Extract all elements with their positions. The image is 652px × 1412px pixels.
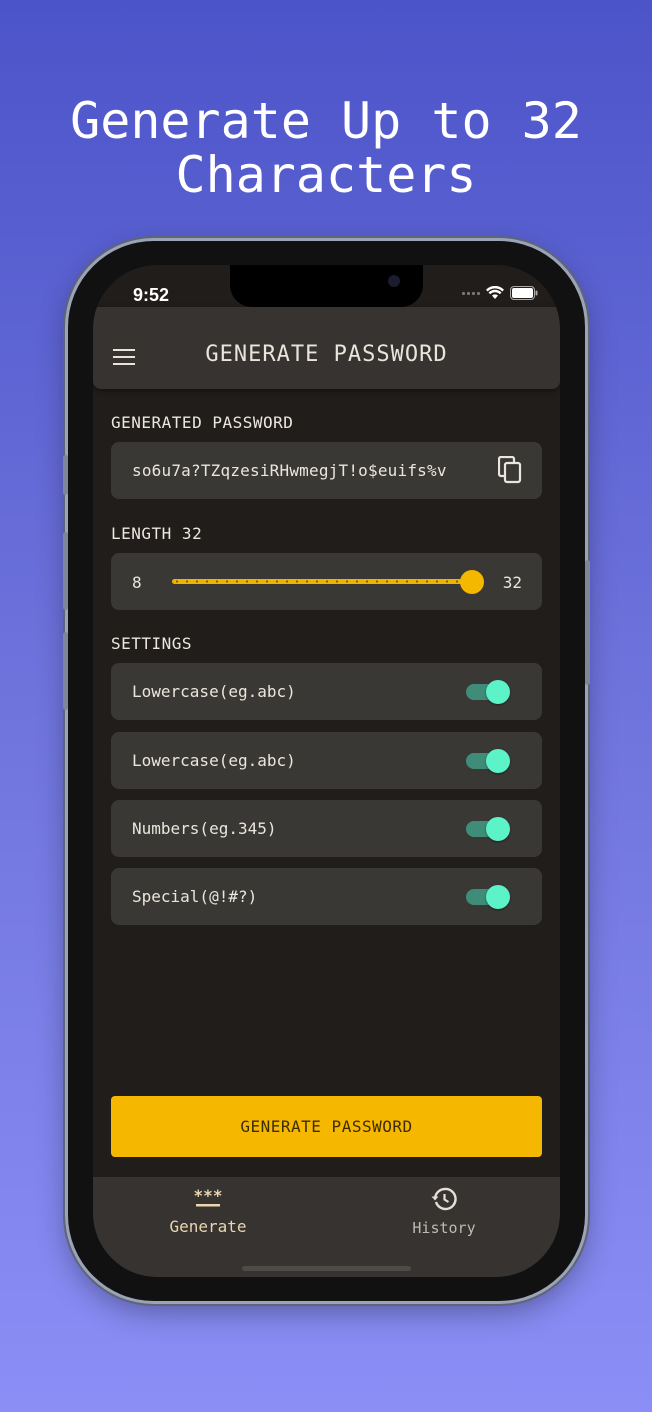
setting-toggle[interactable] [466,885,510,909]
settings-label: SETTINGS [111,634,193,653]
copy-icon[interactable] [498,456,522,484]
bottom-navigation: *** Generate History [93,1177,560,1277]
generated-password-label: GENERATED PASSWORD [111,413,294,432]
setting-row[interactable]: Lowercase(eg.abc) [111,663,542,720]
status-icons [462,286,538,300]
slider-tick-marks [172,580,472,583]
headline-line-1: Generate Up to 32 [70,92,582,150]
setting-label: Numbers(eg.345) [132,819,277,838]
headline-line-2: Characters [175,146,477,204]
phone-volume-up [63,532,68,610]
phone-power-button [585,560,590,685]
setting-toggle[interactable] [466,680,510,704]
slider-min-label: 8 [132,573,142,592]
setting-label: Lowercase(eg.abc) [132,682,296,701]
tab-history[interactable]: History [374,1187,514,1237]
length-label: LENGTH 32 [111,524,203,543]
battery-icon [510,286,538,300]
setting-row[interactable]: Special(@!#?) [111,868,542,925]
generate-password-button[interactable]: GENERATE PASSWORD [111,1096,542,1157]
camera-icon [388,275,400,287]
page-title: GENERATE PASSWORD [205,342,448,367]
home-indicator [242,1266,411,1271]
slider-thumb[interactable] [460,570,484,594]
status-time: 9:52 [133,285,170,305]
tab-history-label: History [412,1219,476,1237]
phone-silent-switch [63,455,68,495]
password-value[interactable]: so6u7a?TZqzesiRHwmegjT!o$euifs%v [132,461,447,480]
app-bar: GENERATE PASSWORD [93,307,560,389]
password-asterisks-icon: *** [194,1186,222,1207]
setting-toggle[interactable] [466,817,510,841]
phone-volume-down [63,632,68,710]
wifi-icon [486,286,504,299]
signal-icon [462,291,480,295]
tab-generate-label: Generate [169,1217,247,1236]
promo-headline: Generate Up to 32 Characters [0,94,652,202]
setting-label: Lowercase(eg.abc) [132,751,296,770]
svg-text:***: *** [194,1187,222,1205]
tab-generate[interactable]: *** Generate [138,1186,278,1236]
notch [230,265,423,307]
app-screen: GENERATE PASSWORD 9:52 GENERATED PASSWOR… [93,265,560,1277]
length-slider-card: 8 32 [111,553,542,610]
setting-row[interactable]: Numbers(eg.345) [111,800,542,857]
slider-max-label: 32 [502,573,522,592]
setting-label: Special(@!#?) [132,887,258,906]
history-icon [431,1187,457,1211]
password-card: so6u7a?TZqzesiRHwmegjT!o$euifs%v [111,442,542,499]
setting-toggle[interactable] [466,749,510,773]
setting-row[interactable]: Lowercase(eg.abc) [111,732,542,789]
